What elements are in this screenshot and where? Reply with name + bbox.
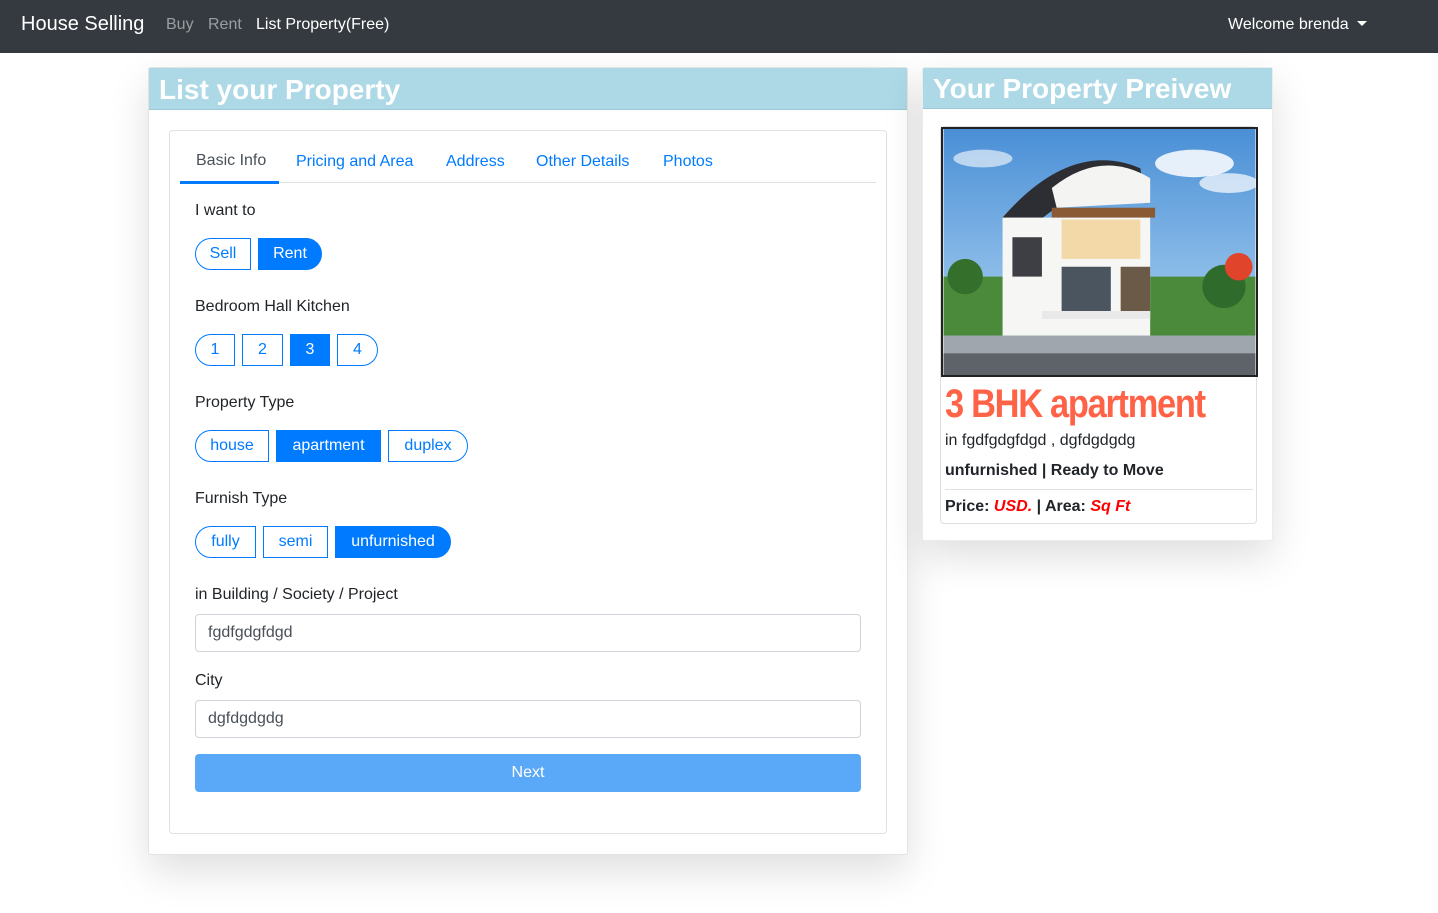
option-semi[interactable]: semi bbox=[263, 526, 328, 558]
building-label: in Building / Society / Project bbox=[195, 586, 398, 603]
building-input[interactable] bbox=[195, 614, 861, 652]
option-house[interactable]: house bbox=[195, 430, 269, 462]
tab-bar: Basic Info Pricing and Area Address Othe… bbox=[180, 141, 876, 184]
house-photo bbox=[941, 127, 1258, 377]
option-duplex[interactable]: duplex bbox=[388, 430, 468, 462]
list-property-card: List your Property Basic Info Pricing an… bbox=[148, 67, 908, 855]
active-tab-indicator bbox=[180, 181, 279, 184]
card-header: List your Property bbox=[149, 68, 907, 110]
option-apartment[interactable]: apartment bbox=[276, 430, 381, 462]
want-to-label: I want to bbox=[195, 202, 256, 219]
property-listing: 3 BHK apartment in fgdfgdgfdgd , dgfdgdg… bbox=[940, 126, 1258, 524]
city-input[interactable] bbox=[195, 700, 861, 738]
property-status: unfurnished | Ready to Move bbox=[945, 462, 1164, 479]
area-label: Area: bbox=[1044, 498, 1086, 515]
property-preview-card: Your Property Preivew 3 BHK apartment in… bbox=[922, 67, 1273, 541]
option-bhk-4[interactable]: 4 bbox=[337, 334, 378, 366]
property-type-label: Property Type bbox=[195, 394, 295, 411]
option-bhk-2[interactable]: 2 bbox=[242, 334, 283, 366]
bhk-label: Bedroom Hall Kitchen bbox=[195, 298, 350, 315]
caret-down-icon bbox=[1356, 21, 1367, 26]
price-label: Price: bbox=[945, 498, 990, 515]
furnish-type-label: Furnish Type bbox=[195, 490, 288, 507]
option-bhk-1[interactable]: 1 bbox=[195, 334, 235, 366]
nav-link-list-property[interactable]: List Property(Free) bbox=[256, 16, 389, 34]
card-title: List your Property bbox=[159, 74, 401, 105]
option-fully[interactable]: fully bbox=[195, 526, 256, 558]
price-value: USD. bbox=[993, 498, 1033, 515]
property-price-area: Price: USD. | Area: Sq Ft bbox=[945, 498, 1130, 516]
nav-link-rent[interactable]: Rent bbox=[208, 16, 242, 34]
option-unfurnished[interactable]: unfurnished bbox=[335, 526, 451, 558]
brand-logo[interactable]: House Selling bbox=[21, 13, 144, 36]
user-menu-dropdown[interactable]: Welcome brenda bbox=[1228, 16, 1367, 34]
nav-link-buy[interactable]: Buy bbox=[166, 16, 194, 34]
form-panel: Basic Info Pricing and Area Address Othe… bbox=[169, 130, 887, 834]
divider bbox=[945, 489, 1253, 490]
top-navbar: House Selling Buy Rent List Property(Fre… bbox=[0, 0, 1438, 53]
user-greeting: Welcome brenda bbox=[1228, 16, 1349, 33]
option-sell[interactable]: Sell bbox=[195, 238, 251, 270]
tab-pricing-and-area[interactable]: Pricing and Area bbox=[296, 153, 413, 171]
property-location: in fgdfgdgfdgd , dgfdgdgdg bbox=[945, 432, 1136, 449]
tab-basic-info[interactable]: Basic Info bbox=[196, 152, 266, 170]
next-button[interactable]: Next bbox=[195, 754, 861, 792]
property-heading: 3 BHK apartment bbox=[945, 382, 1206, 426]
option-bhk-3[interactable]: 3 bbox=[290, 334, 330, 366]
option-rent[interactable]: Rent bbox=[258, 238, 322, 270]
separator: | bbox=[1036, 498, 1042, 515]
tab-address[interactable]: Address bbox=[446, 153, 505, 171]
tab-other-details[interactable]: Other Details bbox=[536, 153, 629, 171]
preview-header: Your Property Preivew bbox=[923, 68, 1272, 109]
area-value: Sq Ft bbox=[1090, 498, 1131, 515]
city-label: City bbox=[195, 672, 223, 689]
tab-photos[interactable]: Photos bbox=[663, 153, 713, 171]
preview-title: Your Property Preivew bbox=[933, 73, 1232, 104]
